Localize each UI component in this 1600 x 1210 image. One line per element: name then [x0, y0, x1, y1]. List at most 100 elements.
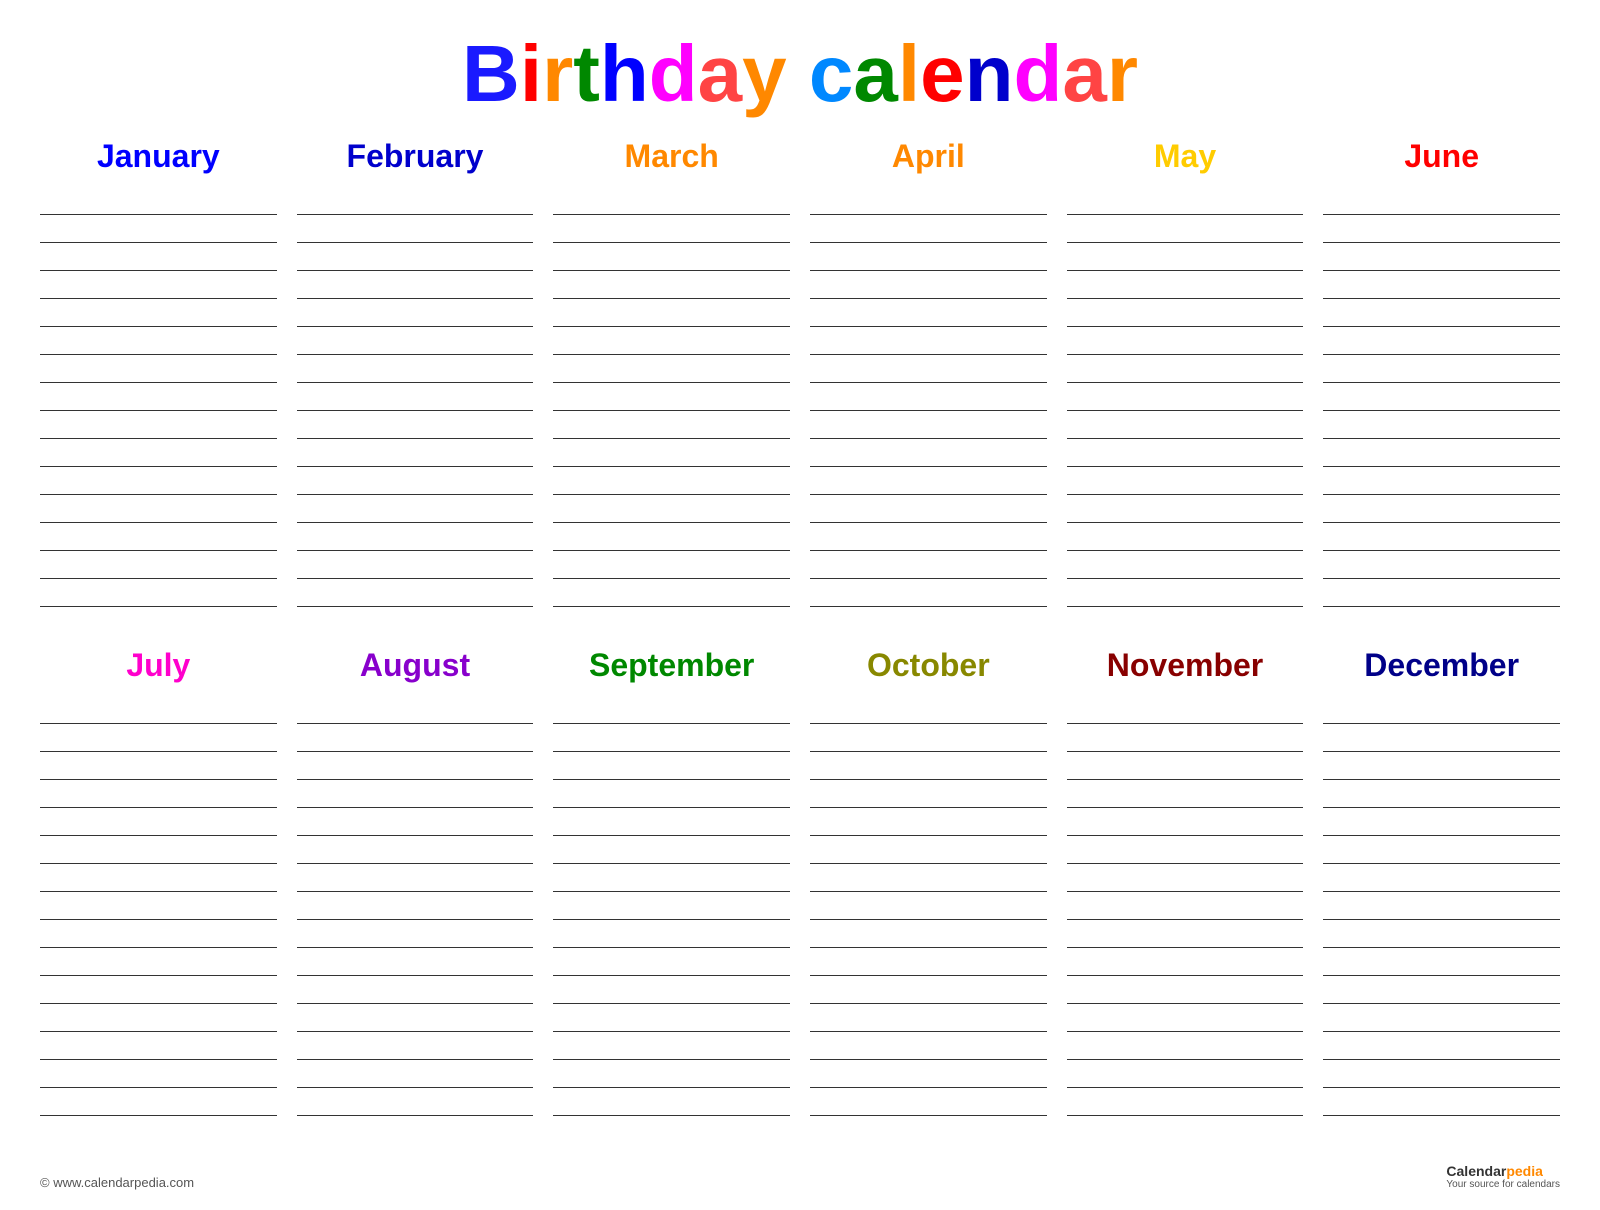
write-line[interactable] [40, 976, 277, 1004]
write-line[interactable] [1323, 215, 1560, 243]
write-line[interactable] [1067, 808, 1304, 836]
write-line[interactable] [297, 836, 534, 864]
write-line[interactable] [1067, 467, 1304, 495]
write-line[interactable] [810, 1032, 1047, 1060]
write-line[interactable] [1067, 579, 1304, 607]
write-line[interactable] [810, 271, 1047, 299]
write-line[interactable] [297, 327, 534, 355]
write-line[interactable] [553, 383, 790, 411]
write-line[interactable] [810, 1088, 1047, 1116]
write-line[interactable] [810, 579, 1047, 607]
write-line[interactable] [810, 836, 1047, 864]
write-line[interactable] [1067, 355, 1304, 383]
write-line[interactable] [40, 355, 277, 383]
write-line[interactable] [40, 187, 277, 215]
write-line[interactable] [810, 808, 1047, 836]
write-line[interactable] [40, 327, 277, 355]
write-line[interactable] [297, 271, 534, 299]
write-line[interactable] [1067, 1004, 1304, 1032]
write-line[interactable] [810, 383, 1047, 411]
write-line[interactable] [1067, 327, 1304, 355]
write-line[interactable] [40, 724, 277, 752]
write-line[interactable] [1323, 299, 1560, 327]
write-line[interactable] [40, 780, 277, 808]
write-line[interactable] [1323, 187, 1560, 215]
write-line[interactable] [1067, 752, 1304, 780]
write-line[interactable] [297, 243, 534, 271]
write-line[interactable] [553, 467, 790, 495]
write-line[interactable] [553, 1060, 790, 1088]
write-line[interactable] [553, 243, 790, 271]
write-line[interactable] [297, 920, 534, 948]
write-line[interactable] [1323, 864, 1560, 892]
write-line[interactable] [810, 355, 1047, 383]
write-line[interactable] [1067, 864, 1304, 892]
write-line[interactable] [297, 411, 534, 439]
write-line[interactable] [297, 1060, 534, 1088]
write-line[interactable] [1323, 495, 1560, 523]
write-line[interactable] [40, 752, 277, 780]
write-line[interactable] [553, 948, 790, 976]
write-line[interactable] [553, 892, 790, 920]
write-line[interactable] [297, 467, 534, 495]
write-line[interactable] [1067, 215, 1304, 243]
write-line[interactable] [297, 724, 534, 752]
write-line[interactable] [40, 243, 277, 271]
write-line[interactable] [40, 411, 277, 439]
write-line[interactable] [1067, 892, 1304, 920]
write-line[interactable] [810, 1004, 1047, 1032]
write-line[interactable] [1323, 976, 1560, 1004]
write-line[interactable] [553, 187, 790, 215]
write-line[interactable] [1323, 948, 1560, 976]
write-line[interactable] [297, 439, 534, 467]
write-line[interactable] [297, 383, 534, 411]
write-line[interactable] [40, 892, 277, 920]
write-line[interactable] [40, 920, 277, 948]
write-line[interactable] [553, 299, 790, 327]
write-line[interactable] [297, 808, 534, 836]
write-line[interactable] [1323, 1032, 1560, 1060]
write-line[interactable] [810, 948, 1047, 976]
write-line[interactable] [553, 808, 790, 836]
write-line[interactable] [553, 1088, 790, 1116]
write-line[interactable] [297, 780, 534, 808]
write-line[interactable] [553, 920, 790, 948]
write-line[interactable] [40, 383, 277, 411]
write-line[interactable] [1067, 187, 1304, 215]
write-line[interactable] [1323, 411, 1560, 439]
write-line[interactable] [810, 495, 1047, 523]
write-line[interactable] [40, 1032, 277, 1060]
write-line[interactable] [1323, 836, 1560, 864]
write-line[interactable] [1067, 271, 1304, 299]
write-line[interactable] [1067, 439, 1304, 467]
write-line[interactable] [40, 948, 277, 976]
write-line[interactable] [1323, 752, 1560, 780]
write-line[interactable] [1067, 299, 1304, 327]
write-line[interactable] [1067, 1088, 1304, 1116]
write-line[interactable] [810, 187, 1047, 215]
write-line[interactable] [1323, 1088, 1560, 1116]
write-line[interactable] [810, 920, 1047, 948]
write-line[interactable] [1323, 1004, 1560, 1032]
write-line[interactable] [1067, 836, 1304, 864]
write-line[interactable] [40, 696, 277, 724]
write-line[interactable] [297, 892, 534, 920]
write-line[interactable] [40, 1088, 277, 1116]
write-line[interactable] [1067, 411, 1304, 439]
write-line[interactable] [1323, 696, 1560, 724]
write-line[interactable] [297, 1004, 534, 1032]
write-line[interactable] [1323, 892, 1560, 920]
write-line[interactable] [40, 551, 277, 579]
write-line[interactable] [297, 696, 534, 724]
write-line[interactable] [553, 523, 790, 551]
write-line[interactable] [297, 1088, 534, 1116]
write-line[interactable] [40, 523, 277, 551]
write-line[interactable] [810, 411, 1047, 439]
write-line[interactable] [40, 1004, 277, 1032]
write-line[interactable] [810, 215, 1047, 243]
write-line[interactable] [1323, 579, 1560, 607]
write-line[interactable] [553, 495, 790, 523]
write-line[interactable] [297, 864, 534, 892]
write-line[interactable] [553, 271, 790, 299]
write-line[interactable] [810, 780, 1047, 808]
